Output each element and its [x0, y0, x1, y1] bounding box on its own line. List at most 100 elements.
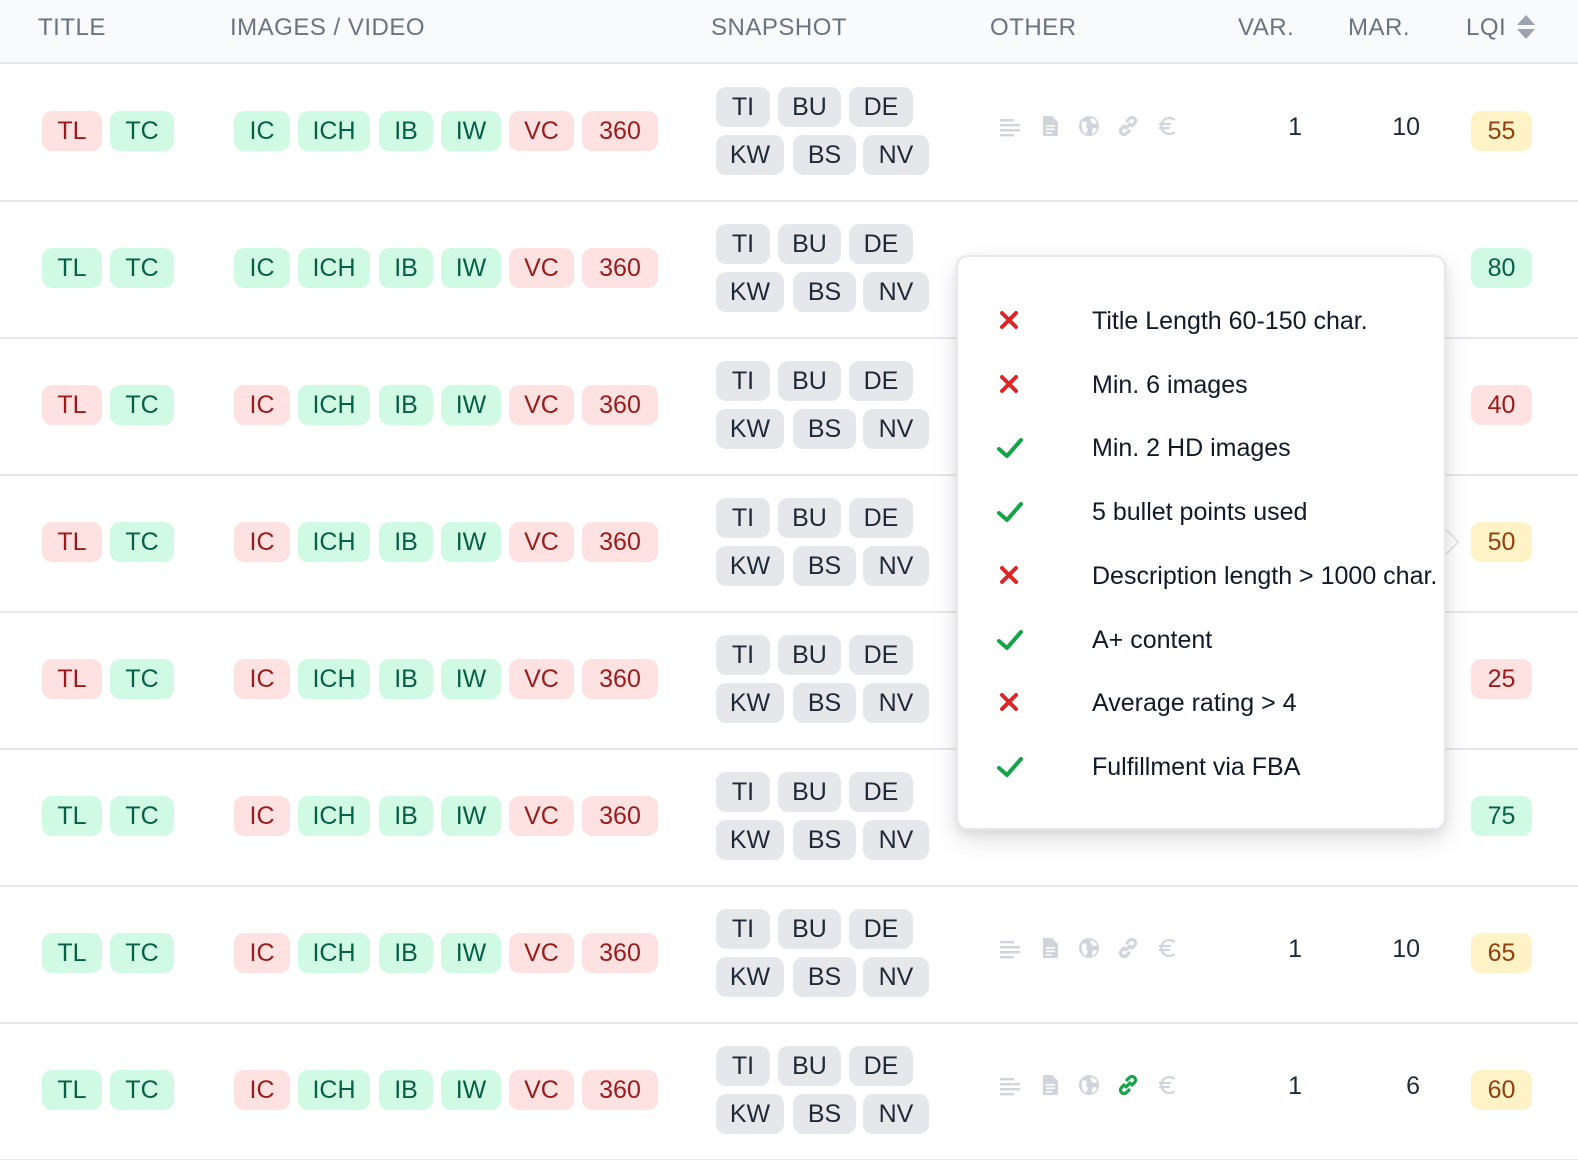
link-icon[interactable]: [1116, 113, 1140, 139]
media-badge-vc[interactable]: VC: [509, 1070, 574, 1110]
column-header-mar[interactable]: MAR.: [1348, 0, 1410, 56]
snapshot-badge-ti[interactable]: TI: [716, 772, 770, 812]
table-row[interactable]: TL TC IC ICH IB IW VC 360 TI BU DE KW BS NV 1 10 55: [0, 65, 1578, 202]
snapshot-badge-bu[interactable]: BU: [778, 498, 841, 538]
media-badge-ich[interactable]: ICH: [298, 933, 370, 973]
title-badge-tl[interactable]: TL: [42, 933, 102, 973]
snapshot-badge-nv[interactable]: NV: [863, 820, 929, 860]
snapshot-badge-bs[interactable]: BS: [793, 546, 856, 586]
snapshot-badge-ti[interactable]: TI: [716, 87, 770, 127]
title-badge-tc[interactable]: TC: [110, 522, 174, 562]
snapshot-badge-kw[interactable]: KW: [716, 135, 784, 175]
snapshot-badge-de[interactable]: DE: [849, 498, 913, 538]
snapshot-badge-ti[interactable]: TI: [716, 635, 770, 675]
lqi-score-badge[interactable]: 50: [1471, 522, 1532, 562]
title-badge-tl[interactable]: TL: [42, 1070, 102, 1110]
title-badge-tc[interactable]: TC: [110, 385, 174, 425]
snapshot-badge-nv[interactable]: NV: [863, 272, 929, 312]
snapshot-badge-bs[interactable]: BS: [793, 135, 856, 175]
document-icon[interactable]: [1038, 113, 1062, 139]
media-badge-ic[interactable]: IC: [234, 659, 290, 699]
media-badge-ich[interactable]: ICH: [298, 796, 370, 836]
media-badge-vc[interactable]: VC: [509, 796, 574, 836]
snapshot-badge-kw[interactable]: KW: [716, 546, 784, 586]
snapshot-badge-ti[interactable]: TI: [716, 909, 770, 949]
document-icon[interactable]: [1038, 1072, 1062, 1098]
media-badge-vc[interactable]: VC: [509, 385, 574, 425]
snapshot-badge-bs[interactable]: BS: [793, 1094, 856, 1134]
snapshot-badge-bs[interactable]: BS: [793, 957, 856, 997]
media-badge-ib[interactable]: IB: [379, 933, 433, 973]
media-badge-360[interactable]: 360: [582, 385, 658, 425]
euro-icon[interactable]: [1156, 1072, 1180, 1098]
snapshot-badge-bu[interactable]: BU: [778, 909, 841, 949]
snapshot-badge-bu[interactable]: BU: [778, 87, 841, 127]
media-badge-ic[interactable]: IC: [234, 385, 290, 425]
text-lines-icon[interactable]: [998, 1072, 1022, 1098]
media-badge-vc[interactable]: VC: [509, 248, 574, 288]
media-badge-ic[interactable]: IC: [234, 522, 290, 562]
snapshot-badge-bu[interactable]: BU: [778, 772, 841, 812]
column-header-var[interactable]: VAR.: [1238, 0, 1294, 56]
snapshot-badge-kw[interactable]: KW: [716, 409, 784, 449]
snapshot-badge-kw[interactable]: KW: [716, 1094, 784, 1134]
title-badge-tc[interactable]: TC: [110, 659, 174, 699]
media-badge-ib[interactable]: IB: [379, 796, 433, 836]
snapshot-badge-bu[interactable]: BU: [778, 635, 841, 675]
snapshot-badge-bu[interactable]: BU: [778, 224, 841, 264]
media-badge-ich[interactable]: ICH: [298, 659, 370, 699]
snapshot-badge-de[interactable]: DE: [849, 224, 913, 264]
snapshot-badge-kw[interactable]: KW: [716, 820, 784, 860]
media-badge-360[interactable]: 360: [582, 659, 658, 699]
media-badge-ib[interactable]: IB: [379, 522, 433, 562]
globe-icon[interactable]: [1077, 113, 1101, 139]
media-badge-ic[interactable]: IC: [234, 248, 290, 288]
globe-icon[interactable]: [1077, 1072, 1101, 1098]
media-badge-ich[interactable]: ICH: [298, 522, 370, 562]
lqi-score-badge[interactable]: 80: [1471, 248, 1532, 288]
media-badge-vc[interactable]: VC: [509, 933, 574, 973]
snapshot-badge-de[interactable]: DE: [849, 361, 913, 401]
snapshot-badge-kw[interactable]: KW: [716, 957, 784, 997]
lqi-score-badge[interactable]: 65: [1471, 933, 1532, 973]
snapshot-badge-ti[interactable]: TI: [716, 224, 770, 264]
title-badge-tc[interactable]: TC: [110, 111, 174, 151]
table-row[interactable]: TL TC IC ICH IB IW VC 360 TI BU DE KW BS NV 1 6 60: [0, 1024, 1578, 1160]
media-badge-ich[interactable]: ICH: [298, 248, 370, 288]
media-badge-vc[interactable]: VC: [509, 659, 574, 699]
snapshot-badge-bs[interactable]: BS: [793, 272, 856, 312]
media-badge-iw[interactable]: IW: [441, 522, 501, 562]
media-badge-iw[interactable]: IW: [441, 1070, 501, 1110]
media-badge-ib[interactable]: IB: [379, 1070, 433, 1110]
snapshot-badge-kw[interactable]: KW: [716, 272, 784, 312]
media-badge-iw[interactable]: IW: [441, 385, 501, 425]
column-header-images-video[interactable]: IMAGES / VIDEO: [230, 0, 425, 56]
media-badge-ic[interactable]: IC: [234, 796, 290, 836]
snapshot-badge-de[interactable]: DE: [849, 772, 913, 812]
media-badge-ic[interactable]: IC: [234, 1070, 290, 1110]
lqi-score-badge[interactable]: 55: [1471, 111, 1532, 151]
media-badge-ib[interactable]: IB: [379, 111, 433, 151]
media-badge-ich[interactable]: ICH: [298, 111, 370, 151]
lqi-score-badge[interactable]: 40: [1471, 385, 1532, 425]
media-badge-360[interactable]: 360: [582, 248, 658, 288]
snapshot-badge-ti[interactable]: TI: [716, 498, 770, 538]
table-row[interactable]: TL TC IC ICH IB IW VC 360 TI BU DE KW BS NV 1 10 65: [0, 887, 1578, 1024]
link-icon[interactable]: [1116, 1072, 1140, 1098]
media-badge-iw[interactable]: IW: [441, 111, 501, 151]
snapshot-badge-de[interactable]: DE: [849, 1046, 913, 1086]
snapshot-badge-ti[interactable]: TI: [716, 1046, 770, 1086]
snapshot-badge-nv[interactable]: NV: [863, 683, 929, 723]
snapshot-badge-nv[interactable]: NV: [863, 135, 929, 175]
text-lines-icon[interactable]: [998, 935, 1022, 961]
snapshot-badge-bs[interactable]: BS: [793, 409, 856, 449]
snapshot-badge-ti[interactable]: TI: [716, 361, 770, 401]
snapshot-badge-de[interactable]: DE: [849, 909, 913, 949]
snapshot-badge-kw[interactable]: KW: [716, 683, 784, 723]
media-badge-360[interactable]: 360: [582, 1070, 658, 1110]
column-header-lqi[interactable]: LQI: [1466, 0, 1536, 56]
snapshot-badge-de[interactable]: DE: [849, 87, 913, 127]
title-badge-tl[interactable]: TL: [42, 522, 102, 562]
title-badge-tl[interactable]: TL: [42, 385, 102, 425]
title-badge-tc[interactable]: TC: [110, 248, 174, 288]
